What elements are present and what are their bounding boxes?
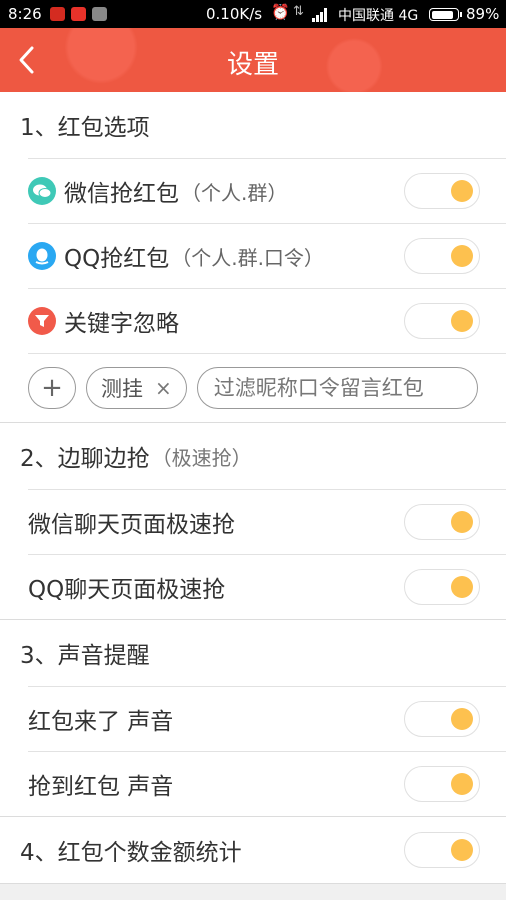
setting-row-keyword-ignore: 关键字忽略 <box>0 289 506 353</box>
setting-row-wechat-chat-grab: 微信聊天页面极速抢 <box>0 490 506 554</box>
add-keyword-button[interactable]: + <box>28 367 76 409</box>
battery-icon <box>429 8 462 21</box>
setting-row-qq-chat-grab: QQ聊天页面极速抢 <box>0 555 506 619</box>
setting-label: 关键字忽略 <box>64 311 179 337</box>
wechat-grab-toggle[interactable] <box>404 173 480 209</box>
toggle-knob <box>451 511 473 533</box>
toggle-knob <box>451 708 473 730</box>
setting-label: 微信聊天页面极速抢 <box>28 512 235 538</box>
alarm-icon: ⏰ <box>271 3 290 21</box>
setting-note: （个人.群） <box>181 180 288 205</box>
wechat-icon <box>28 177 56 205</box>
setting-note: （个人.群.口令） <box>171 245 324 270</box>
setting-row-arrive-sound: 红包来了 声音 <box>0 687 506 751</box>
stats-toggle[interactable] <box>404 832 480 868</box>
section-title-note: （极速抢） <box>151 445 252 470</box>
toggle-knob <box>451 839 473 861</box>
toggle-knob <box>451 576 473 598</box>
setting-label: 红包来了 声音 <box>28 709 174 735</box>
keyword-ignore-toggle[interactable] <box>404 303 480 339</box>
section-title-text: 4、红包个数金额统计 <box>20 840 242 866</box>
status-bar: 8:26 0.10K/s ⏰ ⇅ 中国联通 4G 89% <box>0 0 506 28</box>
battery-percent: 89% <box>466 5 500 23</box>
grabbed-sound-toggle[interactable] <box>404 766 480 802</box>
data-transfer-icon: ⇅ <box>293 4 304 19</box>
setting-row-grabbed-sound: 抢到红包 声音 <box>0 752 506 816</box>
setting-label: QQ聊天页面极速抢 <box>28 577 226 603</box>
app-notification-icon <box>50 7 65 21</box>
setting-label: 抢到红包 声音 <box>28 774 174 800</box>
app-notification-icon <box>92 7 107 21</box>
qq-grab-toggle[interactable] <box>404 238 480 274</box>
divider <box>0 883 506 884</box>
section-title-sound: 3、声音提醒 <box>0 620 506 686</box>
toggle-knob <box>451 180 473 202</box>
keyword-filter-input[interactable] <box>196 367 478 409</box>
section-title-stats: 4、红包个数金额统计 <box>0 817 506 883</box>
toggle-knob <box>451 773 473 795</box>
signal-icon <box>312 8 330 22</box>
section-title-text: 1、红包选项 <box>20 115 150 141</box>
section-title-options: 1、红包选项 <box>0 92 506 158</box>
keyword-chips: + 测挂 × <box>0 354 506 422</box>
remove-tag-icon[interactable]: × <box>155 376 172 400</box>
toggle-knob <box>451 245 473 267</box>
keyword-tag-label: 测挂 <box>101 377 143 401</box>
setting-label: QQ抢红包 <box>64 246 170 272</box>
app-header: 设置 <box>0 28 506 92</box>
app-notification-icon <box>71 7 86 21</box>
toggle-knob <box>451 310 473 332</box>
page-title: 设置 <box>226 50 279 80</box>
wechat-chat-grab-toggle[interactable] <box>404 504 480 540</box>
keyword-tag[interactable]: 测挂 × <box>86 367 187 409</box>
settings-list: 1、红包选项 微信抢红包 （个人.群） QQ抢红包 （个人.群.口令） 关键字忽… <box>0 92 506 884</box>
qq-chat-grab-toggle[interactable] <box>404 569 480 605</box>
carrier-label: 中国联通 4G <box>338 8 419 24</box>
qq-icon <box>28 242 56 270</box>
arrive-sound-toggle[interactable] <box>404 701 480 737</box>
network-speed: 0.10K/s <box>206 5 263 23</box>
setting-label: 微信抢红包 <box>64 181 179 207</box>
section-title-text: 3、声音提醒 <box>20 643 150 669</box>
setting-row-wechat-grab: 微信抢红包 （个人.群） <box>0 159 506 223</box>
section-title-chat-grab: 2、边聊边抢 （极速抢） <box>0 423 506 489</box>
filter-icon <box>28 307 56 335</box>
status-time: 8:26 <box>8 5 42 23</box>
section-title-text: 2、边聊边抢 <box>20 446 150 472</box>
setting-row-qq-grab: QQ抢红包 （个人.群.口令） <box>0 224 506 288</box>
